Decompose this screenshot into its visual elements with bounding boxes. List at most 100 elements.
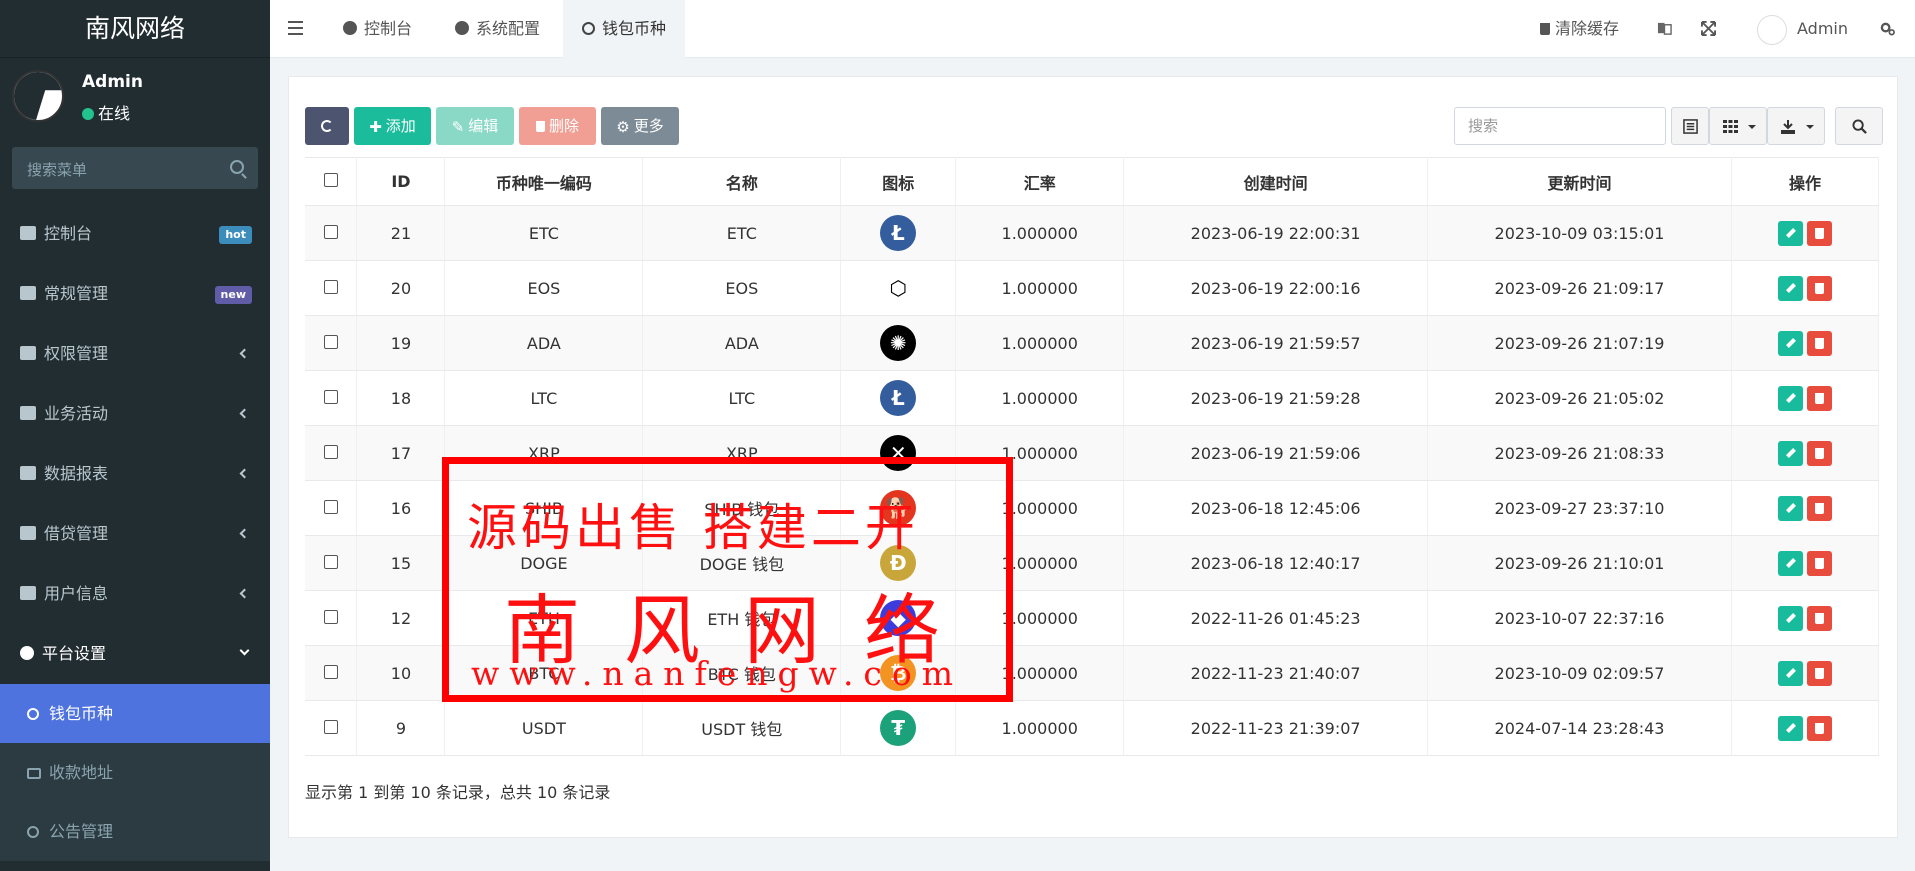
column-header[interactable]: ID — [356, 157, 446, 206]
row-select-cell — [305, 370, 358, 426]
chevron-down-icon — [239, 645, 250, 656]
tab-system-config[interactable]: 系统配置 — [455, 0, 540, 58]
sidebar-item-auth[interactable]: 权限管理 — [0, 324, 270, 384]
cell-updated: 2023-10-09 03:15:01 — [1427, 205, 1732, 261]
refresh-icon — [321, 120, 333, 132]
row-edit-button[interactable] — [1777, 660, 1803, 686]
column-header[interactable]: 币种唯一编码 — [444, 157, 644, 206]
circle-icon — [27, 708, 39, 720]
table-row[interactable]: 21 ETC ETC Ł 1.000000 2023-06-19 22:00:31 2023… — [305, 205, 1880, 261]
cell-id: 15 — [356, 535, 446, 591]
table-row[interactable]: 20 EOS EOS ⬡ 1.000000 2023-06-19 22:00:16 2023… — [305, 260, 1880, 316]
trash-icon — [535, 121, 545, 132]
more-button[interactable]: ⚙ 更多 — [601, 107, 679, 145]
sidebar-item-general[interactable]: 常规管理 new — [0, 264, 270, 324]
toggle-view-button[interactable] — [1671, 107, 1709, 145]
user-status-label: 在线 — [98, 104, 131, 123]
cell-updated: 2023-09-27 23:37:10 — [1427, 480, 1732, 536]
row-delete-button[interactable] — [1806, 275, 1832, 301]
cell-id: 18 — [356, 370, 446, 426]
sidebar-item-platform[interactable]: 平台设置 — [0, 624, 270, 684]
clear-cache-button[interactable]: 清除缓存 — [1540, 0, 1619, 58]
settings-button[interactable] — [1880, 0, 1895, 58]
sidebar-search-input[interactable]: 搜索菜单 — [12, 147, 258, 189]
column-header[interactable]: 汇率 — [955, 157, 1125, 206]
row-checkbox[interactable] — [323, 499, 338, 514]
column-header[interactable]: 创建时间 — [1123, 157, 1429, 206]
cell-id: 12 — [356, 590, 446, 646]
sidebar-item-reports[interactable]: 数据报表 — [0, 444, 270, 504]
row-checkbox[interactable] — [323, 554, 338, 569]
row-checkbox[interactable] — [323, 444, 338, 459]
row-edit-button[interactable] — [1777, 275, 1803, 301]
sidebar-item-receive-address[interactable]: 收款地址 — [0, 743, 270, 802]
row-checkbox[interactable] — [323, 719, 338, 734]
edit-button[interactable]: ✎ 编辑 — [436, 107, 514, 145]
sidebar-item-wallet-coins[interactable]: 钱包币种 — [0, 684, 270, 743]
tab-wallet-coins[interactable]: 钱包币种 — [563, 0, 686, 58]
refresh-button[interactable] — [305, 107, 349, 145]
row-checkbox[interactable] — [323, 664, 338, 679]
sidebar-item-announcements[interactable]: 公告管理 — [0, 802, 270, 861]
row-checkbox[interactable] — [323, 389, 338, 404]
row-select-cell — [305, 700, 358, 756]
row-edit-button[interactable] — [1777, 715, 1803, 741]
table-row[interactable]: 9 USDT USDT 钱包 ₮ 1.000000 2022-11-23 21:39:07… — [305, 700, 1880, 756]
table-row[interactable]: 18 LTC LTC Ł 1.000000 2023-06-19 21:59:28 2023… — [305, 370, 1880, 426]
row-checkbox[interactable] — [323, 279, 338, 294]
table-row[interactable]: 19 ADA ADA ✺ 1.000000 2023-06-19 21:59:57 2023… — [305, 315, 1880, 371]
cell-code: ETC — [444, 205, 644, 261]
column-header[interactable]: 名称 — [642, 157, 842, 206]
delete-button[interactable]: 删除 — [519, 107, 596, 145]
row-delete-button[interactable] — [1806, 220, 1832, 246]
row-edit-button[interactable] — [1777, 605, 1803, 631]
more-label: 更多 — [633, 117, 664, 135]
search-icon[interactable] — [230, 160, 244, 174]
sidebar-item-loans[interactable]: 借贷管理 — [0, 504, 270, 564]
row-edit-button[interactable] — [1777, 550, 1803, 576]
sidebar-item-dashboard[interactable]: 控制台 hot — [0, 204, 270, 264]
admin-menu[interactable]: Admin — [1757, 0, 1848, 58]
brand-logo[interactable]: 南风网络 — [0, 0, 270, 58]
column-header[interactable]: 图标 — [840, 157, 957, 206]
table-header: ID 币种唯一编码 名称 图标 汇率 创建时间 更新时间 操作 — [305, 157, 1880, 206]
menu-toggle-icon[interactable] — [288, 21, 303, 35]
row-edit-button[interactable] — [1777, 385, 1803, 411]
fullscreen-icon — [1701, 21, 1716, 36]
column-header[interactable]: 更新时间 — [1427, 157, 1732, 206]
table-search-input[interactable]: 搜索 — [1454, 107, 1666, 145]
row-delete-button[interactable] — [1806, 495, 1832, 521]
export-button[interactable] — [1767, 107, 1825, 145]
row-edit-button[interactable] — [1777, 495, 1803, 521]
row-delete-button[interactable] — [1806, 330, 1832, 356]
row-checkbox[interactable] — [323, 224, 338, 239]
circle-icon — [27, 826, 39, 838]
row-delete-button[interactable] — [1806, 660, 1832, 686]
row-edit-button[interactable] — [1777, 440, 1803, 466]
row-checkbox[interactable] — [323, 334, 338, 349]
row-edit-button[interactable] — [1777, 220, 1803, 246]
gear-icon: ⚙ — [616, 118, 630, 136]
row-delete-button[interactable] — [1806, 550, 1832, 576]
user-panel: Admin 在线 — [0, 58, 270, 140]
fullscreen-button[interactable] — [1701, 0, 1716, 58]
select-all-checkbox[interactable] — [323, 173, 338, 187]
watermark-line-3: www.nanfengw.com — [471, 654, 964, 693]
row-delete-button[interactable] — [1806, 440, 1832, 466]
row-checkbox[interactable] — [323, 609, 338, 624]
row-edit-button[interactable] — [1777, 330, 1803, 356]
language-button[interactable] — [1657, 0, 1672, 58]
advanced-search-button[interactable] — [1835, 107, 1883, 145]
add-button[interactable]: ✚ 添加 — [354, 107, 431, 145]
tab-dashboard[interactable]: 控制台 — [343, 0, 412, 58]
cell-id: 16 — [356, 480, 446, 536]
platform-submenu: 钱包币种 收款地址 公告管理 — [0, 684, 270, 861]
row-select-cell — [305, 205, 358, 261]
row-delete-button[interactable] — [1806, 715, 1832, 741]
cell-created: 2022-11-23 21:40:07 — [1123, 645, 1429, 701]
sidebar-item-users[interactable]: 用户信息 — [0, 564, 270, 624]
columns-button[interactable] — [1709, 107, 1767, 145]
sidebar-item-activity[interactable]: 业务活动 — [0, 384, 270, 444]
row-delete-button[interactable] — [1806, 385, 1832, 411]
row-delete-button[interactable] — [1806, 605, 1832, 631]
